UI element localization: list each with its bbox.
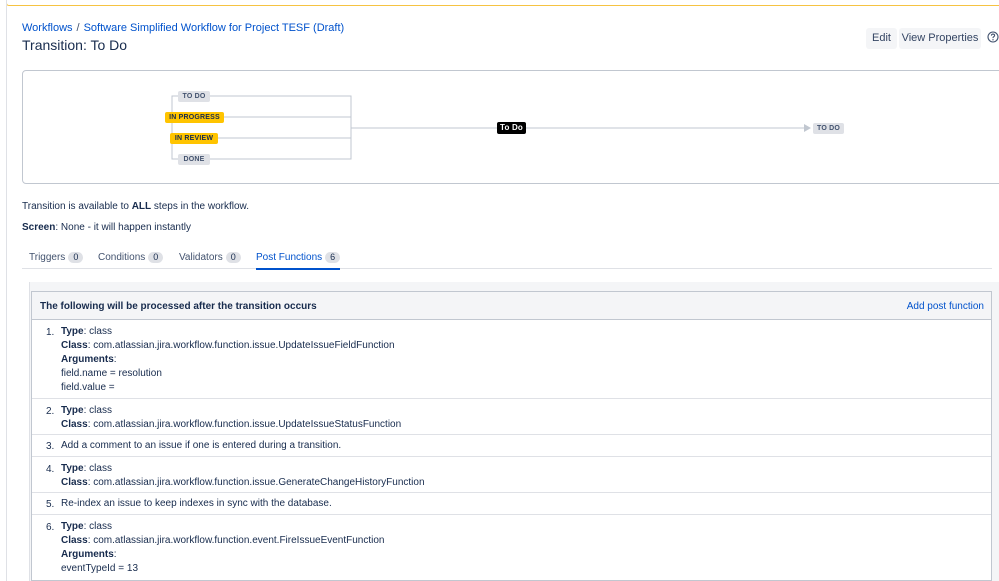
warning-banner-edge [6,0,999,6]
tab-label: Triggers [29,252,66,263]
class-label: Class [61,419,88,430]
row-number: 5. [46,499,55,510]
status-lozenge-done: DONE [178,154,210,165]
type-label: Type [61,463,84,474]
transition-label: To Do [497,122,526,134]
availability-prefix: Transition is available to [22,201,129,212]
breadcrumb-separator: / [76,22,80,34]
status-lozenge-todo: TO DO [178,91,210,102]
tab-label: Validators [179,252,223,263]
row-number: 4. [46,464,55,475]
type-label: Type [61,521,84,532]
row-content: Type: class Class: com.atlassian.jira.wo… [61,520,385,576]
tab-count-badge: 6 [325,252,341,263]
arguments-label: Arguments [61,549,114,560]
question-circle-icon[interactable] [987,31,999,43]
post-function-row: 3. Add a comment to an issue if one is e… [32,435,991,457]
workflow-diagram: TO DO IN PROGRESS IN REVIEW DONE To Do T… [22,70,999,184]
post-functions-header: The following will be processed after th… [32,292,991,320]
target-status-lozenge: TO DO [813,123,844,134]
page-title: Transition: To Do [22,37,128,53]
tab-count-badge: 0 [225,252,241,263]
type-label: Type [61,326,84,337]
class-value: : com.atlassian.jira.workflow.function.i… [87,477,425,488]
view-properties-button[interactable]: View Properties [899,28,981,49]
tab-post-functions[interactable]: Post Functions 6 [256,252,341,270]
class-label: Class [61,340,88,351]
argument-line: field.name = resolution [61,368,162,379]
row-content: Type: class Class: com.atlassian.jira.wo… [61,404,401,432]
row-content: Add a comment to an issue if one is ente… [61,440,342,451]
tab-triggers[interactable]: Triggers 0 [29,252,84,269]
row-number: 2. [46,406,55,417]
add-post-function-link[interactable]: Add post function [907,301,984,312]
breadcrumb: Workflows / Software Simplified Workflow f… [22,22,344,34]
class-value: : com.atlassian.jira.workflow.function.i… [87,419,402,430]
post-function-row: 4. Type: class Class: com.atlassian.jira… [32,457,991,493]
tab-conditions[interactable]: Conditions 0 [98,252,164,269]
breadcrumb-workflows-link[interactable]: Workflows [22,22,73,34]
row-content: Type: class Class: com.atlassian.jira.wo… [61,325,395,395]
tab-count-badge: 0 [148,252,164,263]
row-content: Re-index an issue to keep indexes in syn… [61,498,332,509]
class-value: : com.atlassian.jira.workflow.function.i… [87,340,395,351]
argument-line: field.value = [61,382,115,393]
class-label: Class [61,477,88,488]
post-functions-header-title: The following will be processed after th… [40,301,317,312]
post-function-row: 1. Type: class Class: com.atlassian.jira… [32,320,991,399]
edit-button[interactable]: Edit [866,28,897,49]
post-function-row: 6. Type: class Class: com.atlassian.jira… [32,515,991,581]
row-number: 1. [46,327,55,338]
argument-line: eventTypeId = 13 [61,563,139,574]
tab-count-badge: 0 [68,252,84,263]
arguments-colon: : [113,549,117,560]
row-number: 3. [46,441,55,452]
row-content: Type: class Class: com.atlassian.jira.wo… [61,462,425,490]
type-value: : class [83,405,112,416]
post-function-row: 5. Re-index an issue to keep indexes in … [32,493,991,515]
transition-tabs: Triggers 0 Conditions 0 Validators 0 Post F… [22,252,992,270]
availability-text: Transition is available to ALL steps in … [22,201,249,212]
status-lozenge-in-review: IN REVIEW [170,133,218,144]
screen-label: Screen [22,222,56,233]
availability-bold: ALL [131,201,152,212]
class-label: Class [61,535,88,546]
class-value: : com.atlassian.jira.workflow.function.e… [87,535,385,546]
tab-label: Post Functions [256,252,323,263]
type-value: : class [83,463,112,474]
post-function-row: 2. Type: class Class: com.atlassian.jira… [32,399,991,435]
breadcrumb-workflow-link[interactable]: Software Simplified Workflow for Project… [84,22,345,34]
type-label: Type [61,405,84,416]
availability-suffix: steps in the workflow. [153,201,249,212]
screen-value: : None - it will happen instantly [55,222,191,233]
tab-validators[interactable]: Validators 0 [179,252,241,269]
tab-label: Conditions [98,252,146,263]
type-value: : class [83,521,112,532]
arguments-colon: : [113,354,117,365]
status-lozenge-in-progress: IN PROGRESS [165,112,224,123]
content-left-border [6,0,7,581]
post-functions-table: The following will be processed after th… [31,291,992,581]
arguments-label: Arguments [61,354,114,365]
type-value: : class [83,326,112,337]
screen-info: Screen: None - it will happen instantly [22,222,191,233]
row-number: 6. [46,522,55,533]
